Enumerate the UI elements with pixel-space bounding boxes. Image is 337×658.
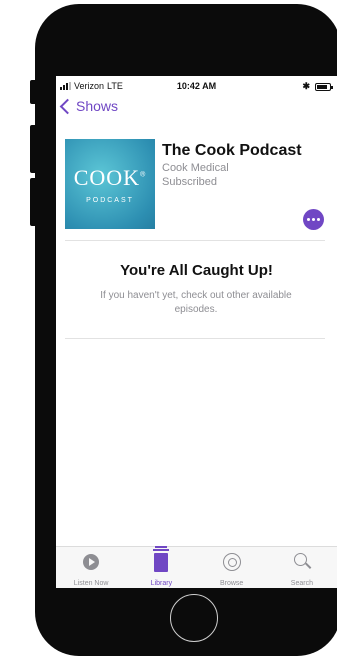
divider (65, 338, 325, 339)
search-icon (293, 553, 307, 566)
podcast-author: Cook Medical (162, 162, 229, 174)
subscription-status: Subscribed (162, 176, 218, 188)
podcast-title: The Cook Podcast (162, 142, 302, 159)
volume-down-button (30, 178, 38, 226)
ellipsis-dot (317, 218, 320, 221)
bluetooth-icon: ✱ (302, 81, 310, 91)
status-right: ✱ (302, 81, 333, 92)
chevron-left-icon (59, 98, 76, 114)
artwork-subtitle: PODCAST (86, 196, 134, 204)
library-icon (153, 546, 170, 572)
divider (65, 240, 325, 241)
tab-library[interactable]: Library (126, 546, 196, 588)
nav-bar: Shows (56, 98, 337, 118)
tab-search[interactable]: Search (267, 547, 337, 588)
empty-state-title: You're All Caught Up! (120, 262, 273, 279)
phone-screen: Verizon LTE 10:42 AM ✱ Shows COOK® PODCA… (56, 76, 337, 588)
podcast-artwork[interactable]: COOK® PODCAST (65, 139, 155, 229)
tab-bar: Listen Now Library Browse Search (56, 546, 337, 588)
tab-label: Listen Now (73, 580, 109, 587)
tab-browse[interactable]: Browse (197, 547, 267, 588)
status-time: 10:42 AM (176, 81, 217, 91)
podcast-icon (222, 553, 241, 571)
tab-label: Browse (219, 580, 244, 587)
home-button[interactable] (170, 594, 218, 642)
volume-up-button (30, 125, 38, 173)
empty-state-message: If you haven't yet, check out other avai… (100, 290, 292, 315)
ellipsis-dot (307, 218, 310, 221)
artwork-logo: COOK® (73, 164, 147, 190)
tab-listen-now[interactable]: Listen Now (56, 547, 126, 588)
back-button[interactable]: Shows (59, 98, 119, 114)
play-circle-icon (83, 554, 100, 570)
mute-switch (30, 80, 38, 104)
tab-label: Search (290, 580, 313, 587)
more-options-button[interactable] (303, 209, 324, 230)
ellipsis-dot (312, 218, 315, 221)
back-button-label: Shows (76, 98, 119, 114)
status-bar: Verizon LTE 10:42 AM ✱ (56, 76, 337, 96)
battery-icon (315, 82, 333, 91)
tab-label: Library (150, 580, 173, 587)
